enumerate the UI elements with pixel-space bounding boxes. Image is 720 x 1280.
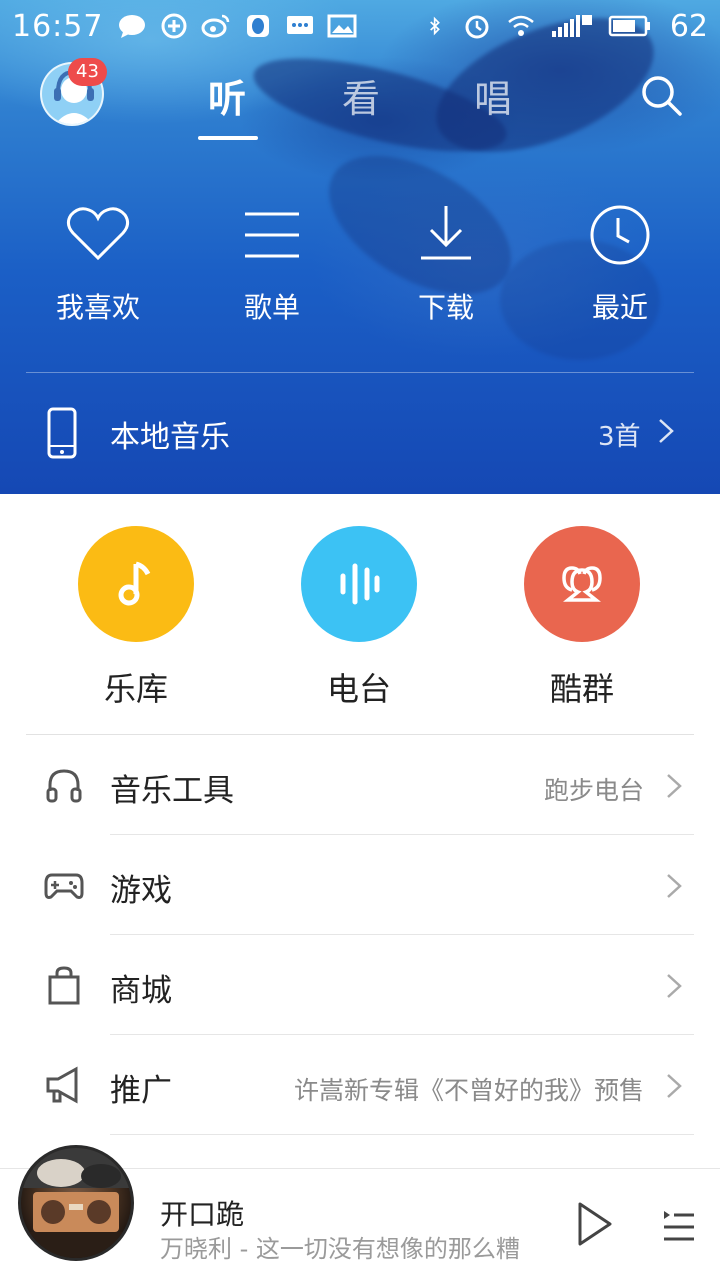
chat-bubble-icon (119, 15, 146, 38)
music-library-circle (78, 526, 194, 642)
status-time: 16:57 (12, 8, 104, 44)
notification-badge: 43 (68, 58, 107, 86)
chevron-right-icon (667, 874, 682, 898)
feature-groups[interactable]: 酷群 (492, 526, 672, 710)
list-item-label: 推广 (110, 1073, 172, 1109)
radio-wave-icon (340, 563, 380, 605)
quick-action-favorites[interactable]: 我喜欢 (28, 200, 168, 326)
shopping-bag-icon (48, 966, 80, 1005)
feature-label: 乐库 (103, 670, 168, 708)
list-item-promotion[interactable]: 推广 许嵩新专辑《不曾好的我》预售 (0, 1035, 720, 1135)
player-song-title: 开口跪 (160, 1198, 245, 1231)
active-tab-indicator (198, 136, 258, 140)
album-art-image (21, 1148, 131, 1258)
tab-sing[interactable]: 唱 (474, 68, 512, 123)
quick-action-label: 最近 (591, 291, 648, 324)
list-item-extra: 许嵩新专辑《不曾好的我》预售 (293, 1076, 644, 1105)
gamepad-icon (44, 873, 84, 899)
mini-player[interactable]: 开口跪 万晓利 - 这一切没有想像的那么糟 (0, 1145, 720, 1280)
list-item-store[interactable]: 商城 (0, 935, 720, 1035)
playlist-queue-icon[interactable] (660, 1205, 696, 1245)
groups-circle (524, 526, 640, 642)
player-artist-subtitle: 万晓利 - 这一切没有想像的那么糟 (160, 1235, 520, 1263)
tab-watch[interactable]: 看 (342, 68, 380, 123)
megaphone-icon (46, 1066, 78, 1104)
play-icon[interactable] (572, 1199, 616, 1249)
tab-listen[interactable]: 听 (208, 68, 246, 123)
local-music-row[interactable]: 本地音乐 3首 (0, 392, 720, 476)
feature-radio[interactable]: 电台 (269, 526, 449, 710)
sms-icon (287, 16, 314, 34)
list-item-music-tools[interactable]: 音乐工具 跑步电台 (0, 735, 720, 835)
playlist-icon (245, 212, 299, 258)
heart-icon (66, 207, 130, 261)
feature-music-library[interactable]: 乐库 (46, 526, 226, 710)
feature-label: 酷群 (549, 670, 614, 708)
feature-shortcuts: 乐库 电台 酷群 (0, 526, 720, 708)
shield-plus-icon (161, 13, 187, 39)
group-icon (562, 566, 602, 602)
album-cover[interactable] (18, 1145, 134, 1261)
quick-action-recent[interactable]: 最近 (550, 200, 690, 326)
local-music-count: 3首 (598, 422, 641, 452)
quick-action-playlists[interactable]: 歌单 (202, 200, 342, 326)
header-background: 16:57 62 43 听 看 唱 我喜欢 歌单 下载 最近 本地音乐 3首 (0, 0, 720, 494)
top-navigation: 43 听 看 唱 (0, 56, 720, 140)
search-icon[interactable] (638, 72, 684, 118)
chevron-right-icon (667, 974, 682, 998)
signal-4g-icon (551, 15, 592, 37)
quick-actions: 我喜欢 歌单 下载 最近 (0, 200, 720, 340)
list-item-label: 商城 (110, 973, 172, 1009)
battery-level: 62 (669, 8, 708, 44)
quick-action-label: 我喜欢 (55, 291, 140, 324)
list-item-games[interactable]: 游戏 (0, 835, 720, 935)
music-note-icon (118, 561, 151, 606)
clock-icon (590, 205, 650, 265)
qq-icon (247, 15, 270, 37)
quick-action-label: 下载 (417, 291, 474, 324)
download-icon (421, 206, 471, 260)
status-bar: 16:57 62 (0, 0, 720, 52)
feature-label: 电台 (326, 670, 391, 708)
chevron-right-icon (667, 1074, 682, 1098)
phone-icon (47, 407, 77, 459)
wifi-icon (508, 15, 534, 36)
headphones-icon (46, 769, 82, 803)
radio-circle (301, 526, 417, 642)
image-icon (327, 14, 357, 38)
local-music-label: 本地音乐 (110, 420, 230, 455)
chevron-right-icon (667, 774, 682, 798)
bluetooth-icon (429, 16, 440, 36)
quick-action-downloads[interactable]: 下载 (376, 200, 516, 326)
list-item-extra: 跑步电台 (543, 776, 644, 805)
divider (110, 1134, 694, 1135)
chevron-right-icon (659, 419, 674, 443)
battery-icon (608, 15, 650, 37)
weibo-icon (201, 14, 230, 38)
alarm-icon (465, 15, 489, 39)
quick-action-label: 歌单 (243, 291, 300, 324)
divider (26, 372, 694, 373)
list-item-label: 音乐工具 (110, 773, 234, 809)
list-item-label: 游戏 (110, 873, 172, 909)
